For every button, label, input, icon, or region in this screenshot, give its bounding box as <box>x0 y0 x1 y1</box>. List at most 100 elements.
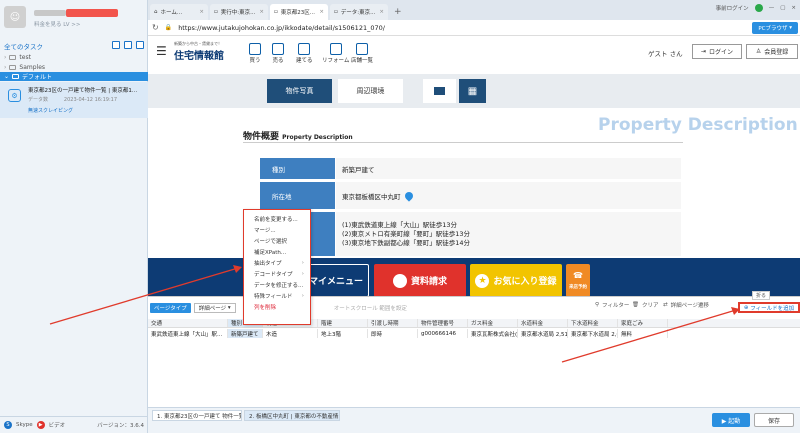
table-cell[interactable]: g000666146 <box>418 329 468 338</box>
menu-item-extract-type[interactable]: 抽出タイプ › <box>244 257 310 268</box>
pc-browser-select[interactable]: PCブラウザ ▾ <box>752 22 798 34</box>
nav-reform[interactable]: リフォーム <box>322 43 349 64</box>
site-logo[interactable]: 住宅情報館 <box>174 47 224 62</box>
nav-buy[interactable]: 買う <box>249 43 261 64</box>
nav-build[interactable]: 建てる <box>296 43 313 64</box>
table-cell[interactable]: 東京都水道局 2,516円 <box>518 329 568 338</box>
folder-item[interactable]: › Samples <box>0 62 148 72</box>
yen-icon <box>272 43 284 55</box>
close-icon[interactable]: × <box>199 9 204 15</box>
clear-button[interactable]: 🗑 クリア <box>632 301 659 309</box>
upgrade-link[interactable]: 料金を見る LV >> <box>34 20 80 28</box>
section-title: 物件概要 Property Description <box>243 132 353 142</box>
url-field[interactable]: https://www.jutakujohokan.co.jp/ikkodate… <box>178 24 385 32</box>
column-header[interactable]: 下水道料金 <box>568 319 618 327</box>
table-cell[interactable]: 東京都下水道局 2,068円 <box>568 329 618 338</box>
home-icon: ⌂ <box>154 9 158 15</box>
reload-icon[interactable]: ↻ <box>152 23 159 32</box>
filter-button[interactable]: ⚲ フィルター <box>595 301 629 309</box>
nav-stores[interactable]: 店舗一覧 <box>351 43 373 64</box>
grid-view-button[interactable]: ▦ <box>459 79 486 103</box>
table-cell[interactable]: 無料 <box>618 329 668 338</box>
chevron-right-icon: › <box>301 270 304 277</box>
row-value: 新築戸建て <box>336 158 681 179</box>
video-link[interactable]: ビデオ <box>49 421 66 429</box>
browser-tab[interactable]: ▫ データ:東京... × <box>330 4 388 20</box>
request-docs-button[interactable]: 資料請求 <box>374 264 466 297</box>
minimize-icon[interactable]: — <box>769 5 775 11</box>
menu-item-xpath[interactable]: 補足XPath... <box>244 246 310 257</box>
close-icon[interactable]: × <box>379 9 384 15</box>
step-tab-active[interactable]: 2. 板橋区中丸町 | 東京都の不動産情... ⊗ <box>244 410 340 421</box>
row-label: 所在地 <box>260 182 335 209</box>
table-cell[interactable]: 東武鉄道東上線「大山」駅... <box>148 329 228 338</box>
close-icon[interactable]: × <box>259 9 264 15</box>
page-type-label: ページタイプ <box>150 303 191 313</box>
maximize-icon[interactable]: ▢ <box>780 5 785 11</box>
column-context-menu: 名前を変更する... マージ... ページで選択 補足XPath... 抽出タイ… <box>243 209 311 325</box>
close-icon[interactable]: × <box>319 9 324 15</box>
new-tab-button[interactable]: + <box>390 4 406 20</box>
menu-item-decode-type[interactable]: デコードタイプ › <box>244 268 310 279</box>
table-cell[interactable]: 東京瓦斯株式会社(東京... <box>468 329 518 338</box>
new-folder-icon[interactable] <box>112 41 120 49</box>
my-menu-button[interactable]: マイメニュー <box>303 264 369 297</box>
collapse-button[interactable]: 折る <box>751 291 770 300</box>
column-header[interactable]: 階建 <box>318 319 368 327</box>
menu-item-select-in-page[interactable]: ページで選択 <box>244 235 310 246</box>
step-tab[interactable]: 1. 東京都23区の一戸建て 物件一覧... <box>152 410 242 421</box>
column-header[interactable]: 引渡し時期 <box>368 319 418 327</box>
browser-tab-active[interactable]: ▫ 東京都23区... × <box>270 4 328 20</box>
column-header[interactable]: 物件管理番号 <box>418 319 468 327</box>
folder-item[interactable]: › test <box>0 52 148 62</box>
table-cell[interactable]: 木造 <box>263 329 318 338</box>
login-icon: ⇥ <box>700 48 706 55</box>
nav-sell[interactable]: 売る <box>272 43 284 64</box>
visit-reserve-button[interactable]: ☎ 来店予約 <box>566 264 590 297</box>
section-watermark: Property Description <box>598 115 798 135</box>
login-button[interactable]: ⇥ ログイン <box>692 44 742 59</box>
chevron-right-icon: › <box>301 292 304 299</box>
surroundings-button[interactable]: 周辺環境 <box>338 79 403 103</box>
sort-icon[interactable] <box>136 41 144 49</box>
column-header[interactable]: 家庭ごみ <box>618 319 668 327</box>
add-field-button[interactable]: ⊕ フィールドを追加 <box>738 302 800 313</box>
chevron-down-icon: ⌄ <box>4 73 10 80</box>
pre-login-link[interactable]: 事前ログイン <box>716 4 749 12</box>
column-header[interactable]: ガス料金 <box>468 319 518 327</box>
menu-item-delete-column[interactable]: 列を削除 <box>244 301 310 312</box>
browser-tab[interactable]: ⌂ ホーム... × <box>150 4 208 20</box>
close-window-icon[interactable]: × <box>791 5 796 11</box>
browser-tab[interactable]: ▫ 実行中:東京... × <box>210 4 268 20</box>
hamburger-icon[interactable]: ☰ <box>156 44 167 58</box>
user-icon: ♙ <box>755 48 762 55</box>
page-type-select[interactable]: 詳細ページ ▾ <box>193 303 236 313</box>
table-cell[interactable]: 即時 <box>368 329 418 338</box>
menu-item-rename[interactable]: 名前を変更する... <box>244 213 310 224</box>
single-view-button[interactable] <box>423 79 456 103</box>
import-icon[interactable] <box>124 41 132 49</box>
detail-jump-button[interactable]: ⇄ 詳細ページ遷移 <box>663 301 709 309</box>
map-pin-icon[interactable] <box>402 189 415 202</box>
folder-default[interactable]: ⌄ デフォルト <box>0 72 148 81</box>
all-tasks-header: 全てのタスク <box>0 40 148 51</box>
save-button[interactable]: 保存 <box>754 413 794 427</box>
table-cell[interactable]: 新築戸建て <box>228 329 263 338</box>
property-photo-button[interactable]: 物件写真 <box>267 79 332 103</box>
menu-item-fix-data[interactable]: データを修正する... <box>244 279 310 290</box>
autoscroll-hint[interactable]: オートスクロール 範囲を設定 <box>334 304 407 312</box>
status-dot-icon <box>754 4 763 12</box>
favorite-button[interactable]: ★ お気に入り登録 <box>470 264 562 297</box>
column-header[interactable]: 水道料金 <box>518 319 568 327</box>
menu-item-merge[interactable]: マージ... <box>244 224 310 235</box>
house-icon <box>249 43 261 55</box>
skype-link[interactable]: Skype <box>16 422 33 428</box>
all-tasks-label[interactable]: 全てのタスク <box>4 41 43 51</box>
table-cell[interactable]: 地上3階 <box>318 329 368 338</box>
column-header[interactable]: 交通 <box>148 319 228 327</box>
task-item[interactable]: ⚙ 東京都23区の一戸建て物件一覧 | 東京都1... データ数 2023-04… <box>0 82 148 118</box>
menu-item-special-field[interactable]: 特殊フィールド › <box>244 290 310 301</box>
register-button[interactable]: ♙ 会員登録 <box>746 44 798 59</box>
avatar[interactable]: ☺ <box>4 6 26 28</box>
run-button[interactable]: ▶ 起動 <box>712 413 750 427</box>
